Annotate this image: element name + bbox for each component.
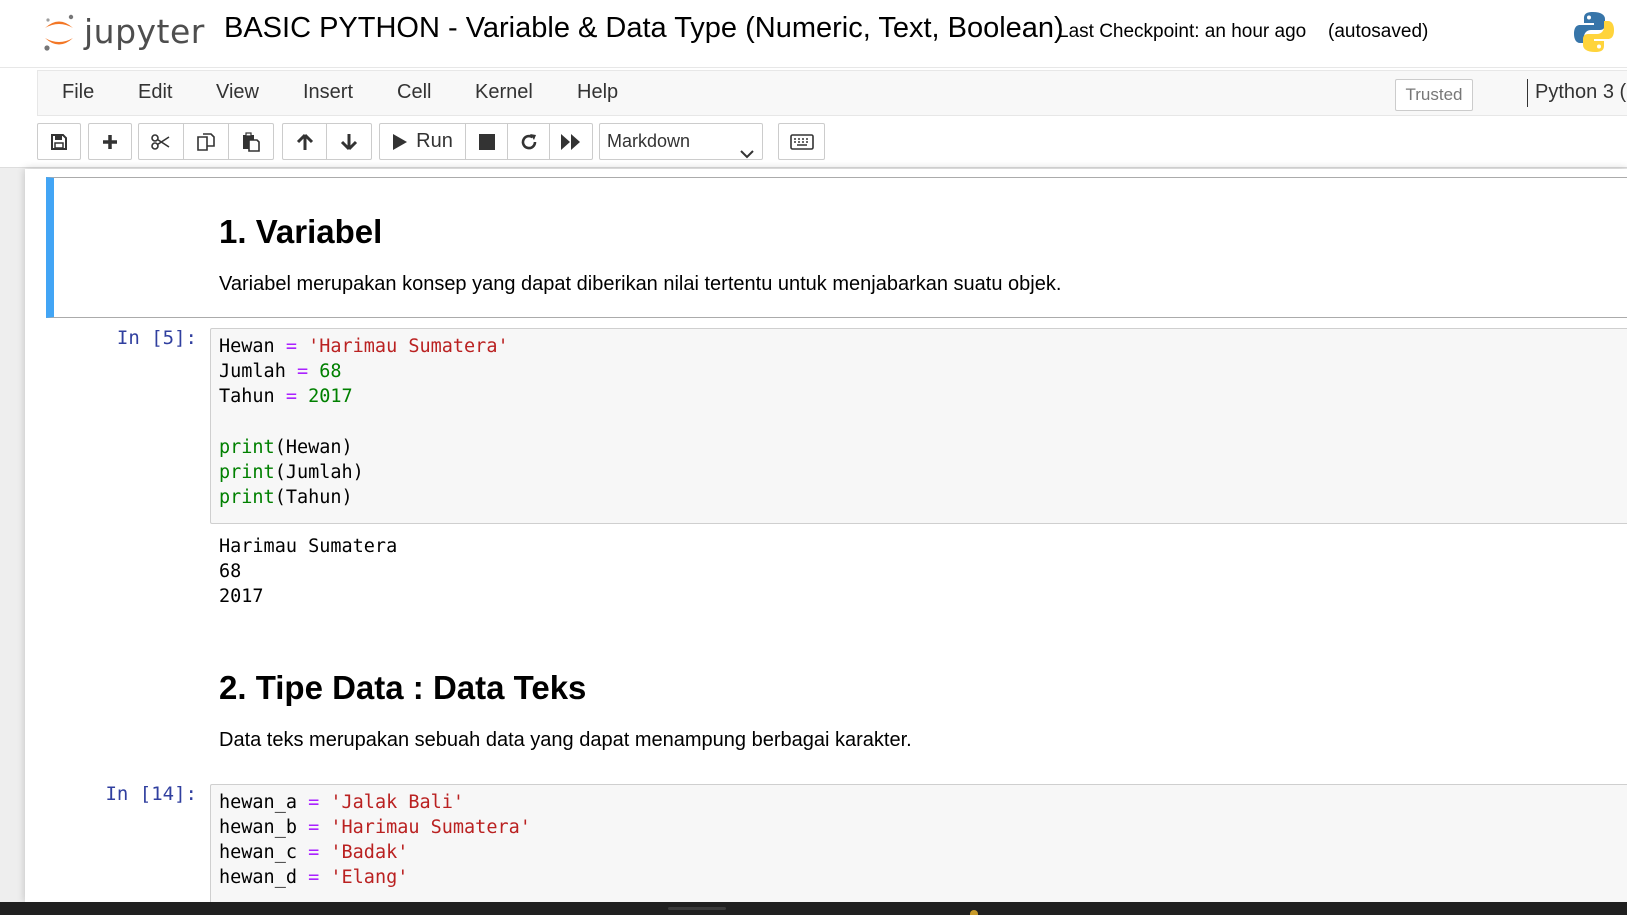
cell-prompt: In [5]:	[116, 327, 197, 349]
last-checkpoint: Last Checkpoint: an hour ago	[1058, 21, 1307, 42]
jupyter-logo[interactable]: jupyter	[42, 10, 205, 52]
code-line: hewan_d = 'Elang'	[219, 867, 409, 888]
cell-type-select[interactable]: Markdown	[599, 123, 763, 160]
jupyter-logo-icon	[42, 11, 76, 51]
cell-output-line: 68	[219, 561, 242, 582]
cell-type-value: Markdown	[607, 131, 691, 151]
taskbar	[0, 902, 1627, 915]
notebook-title[interactable]: BASIC PYTHON - Variable & Data Type (Num…	[224, 12, 1064, 45]
keyboard-icon	[789, 133, 814, 150]
code-line: Jumlah = 68	[219, 361, 342, 382]
menu-help[interactable]: Help	[577, 81, 618, 104]
taskbar-item[interactable]	[668, 907, 726, 910]
stop-icon	[478, 133, 495, 150]
trusted-indicator[interactable]: Trusted	[1395, 79, 1473, 111]
code-cell-input[interactable]: hewan_a = 'Jalak Bali' hewan_b = 'Harima…	[210, 784, 1627, 902]
restart-run-all-button[interactable]	[549, 123, 593, 160]
command-palette-button[interactable]	[778, 123, 825, 160]
cell-output-line: 2017	[219, 586, 264, 607]
cut-button[interactable]	[138, 123, 184, 160]
menubar-container: File Edit View Insert Cell Kernel Help T…	[37, 70, 1627, 116]
insert-cell-button[interactable]	[88, 123, 132, 160]
restart-icon	[519, 132, 539, 152]
section-heading-data-teks: 2. Tipe Data : Data Teks	[219, 669, 587, 706]
menu-file[interactable]: File	[62, 81, 94, 104]
section-text-data-teks: Data teks merupakan sebuah data yang dap…	[219, 729, 912, 751]
code-line: Tahun = 2017	[219, 386, 353, 407]
section-text-variabel: Variabel merupakan konsep yang dapat dib…	[219, 273, 1062, 295]
python-logo-icon	[1572, 10, 1616, 54]
save-icon	[50, 133, 68, 151]
interrupt-button[interactable]	[465, 123, 508, 160]
play-icon	[392, 133, 408, 151]
code-line: hewan_a = 'Jalak Bali'	[219, 792, 465, 813]
move-up-button[interactable]	[282, 123, 328, 160]
jupyter-logo-text: jupyter	[84, 11, 205, 51]
copy-button[interactable]	[183, 123, 229, 160]
copy-icon	[196, 132, 216, 152]
cell-prompt: In [14]:	[105, 783, 197, 805]
code-line: hewan_b = 'Harimau Sumatera'	[219, 817, 531, 838]
menu-edit[interactable]: Edit	[138, 81, 172, 104]
scissors-icon	[151, 133, 171, 151]
taskbar-item[interactable]	[970, 910, 978, 915]
kernel-separator	[1527, 79, 1528, 107]
code-line: print(Tahun)	[219, 487, 353, 508]
menubar: File Edit View Insert Cell Kernel Help T…	[0, 68, 1627, 116]
notebook-site[interactable]: 1. Variabel Variabel merupakan konsep ya…	[0, 169, 1627, 902]
autosave-status: (autosaved)	[1328, 21, 1429, 42]
cell-output-line: Harimau Sumatera	[219, 536, 398, 557]
menu-insert[interactable]: Insert	[303, 81, 353, 104]
paste-button[interactable]	[228, 123, 274, 160]
toolbar: Run Markdown	[0, 116, 1627, 168]
notebook-container: 1. Variabel Variabel merupakan konsep ya…	[25, 169, 1627, 902]
header: jupyter BASIC PYTHON - Variable & Data T…	[0, 0, 1627, 68]
code-line: Hewan = 'Harimau Sumatera'	[219, 336, 509, 357]
menu-kernel[interactable]: Kernel	[475, 81, 533, 104]
code-cell-input[interactable]: Hewan = 'Harimau Sumatera' Jumlah = 68 T…	[210, 328, 1627, 524]
chevron-down-icon	[740, 136, 754, 171]
arrow-down-icon	[340, 133, 358, 151]
fast-forward-icon	[560, 133, 582, 151]
restart-button[interactable]	[507, 123, 550, 160]
menu-view[interactable]: View	[216, 81, 259, 104]
code-line: hewan_c = 'Badak'	[219, 842, 409, 863]
section-heading-variabel: 1. Variabel	[219, 213, 383, 250]
code-line: print(Jumlah)	[219, 462, 364, 483]
run-button[interactable]: Run	[379, 123, 466, 160]
menu-cell[interactable]: Cell	[397, 81, 431, 104]
kernel-name[interactable]: Python 3 (i	[1535, 81, 1627, 104]
save-button[interactable]	[37, 123, 81, 160]
run-label: Run	[416, 130, 453, 152]
move-down-button[interactable]	[326, 123, 372, 160]
code-line: print(Hewan)	[219, 437, 353, 458]
paste-icon	[241, 131, 261, 152]
plus-icon	[101, 133, 119, 151]
arrow-up-icon	[296, 133, 314, 151]
